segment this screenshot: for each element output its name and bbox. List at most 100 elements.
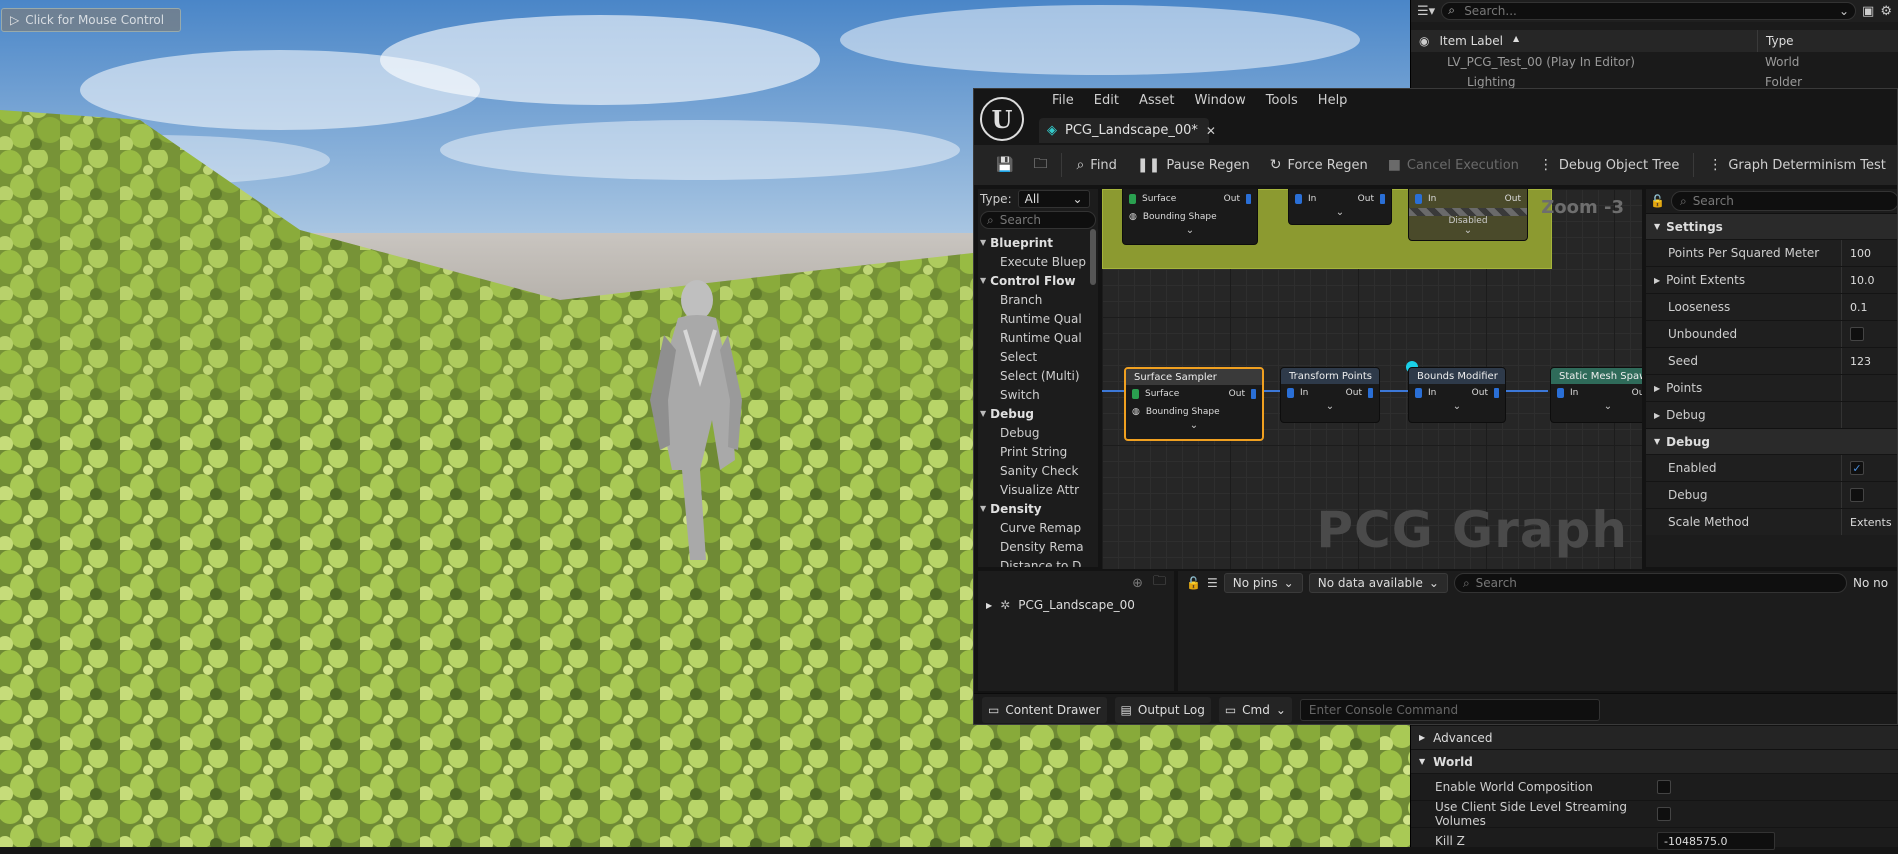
focus-icon[interactable]: ⊕ [1132,576,1143,591]
debug-object-tree-button[interactable]: ⋮ Debug Object Tree [1529,145,1689,185]
node-transform-points[interactable]: Transform Points In Out ⌄ [1280,367,1380,423]
filter-icon[interactable]: ☰ [1207,576,1218,590]
palette-item[interactable]: Switch [978,385,1098,404]
type-dropdown[interactable]: All ⌄ [1017,190,1090,208]
menu-edit[interactable]: Edit [1084,93,1129,108]
palette-item[interactable]: Print String [978,442,1098,461]
force-regen-button[interactable]: ↻ Force Regen [1260,145,1378,185]
pin-icon[interactable] [1415,388,1422,398]
cmd-dropdown[interactable]: ▭ Cmd ⌄ [1218,697,1292,723]
node-surface-sampler-top[interactable]: Surface Out ◍ Bounding Shape ⌄ [1122,189,1258,245]
palette-category-blueprint[interactable]: ▼ Blueprint [978,233,1098,252]
palette-scrollbar[interactable] [1090,229,1096,285]
section-advanced[interactable]: ▶ Advanced [1411,725,1898,749]
world-composition-checkbox[interactable] [1657,780,1671,794]
chevron-down-icon[interactable]: ⌄ [1123,226,1257,238]
content-drawer-button[interactable]: ▭ Content Drawer [982,697,1107,723]
pin-icon[interactable] [1494,388,1499,398]
chevron-down-icon[interactable]: ⌄ [1409,226,1527,238]
property-value[interactable]: 10.0 [1841,267,1897,293]
outliner-search-input[interactable]: ⌕ Search... ⌄ [1441,2,1857,20]
property-value[interactable]: 100 [1841,240,1897,266]
chevron-down-icon[interactable]: ⌄ [1126,421,1262,433]
property-value[interactable]: 123 [1841,348,1897,374]
lock-icon[interactable]: 🔓 [1650,194,1665,208]
palette-item[interactable]: Branch [978,290,1098,309]
menu-asset[interactable]: Asset [1129,93,1185,108]
menu-help[interactable]: Help [1308,93,1358,108]
node-static-mesh-spawner[interactable]: Static Mesh Spawner In Out ⌄ [1550,367,1642,423]
palette-item[interactable]: Curve Remap [978,518,1098,537]
palette-category-debug[interactable]: ▼ Debug [978,404,1098,423]
palette-item[interactable]: Select [978,347,1098,366]
menu-window[interactable]: Window [1185,93,1256,108]
chevron-down-icon[interactable]: ⌄ [1409,402,1505,414]
pin-icon[interactable] [1251,389,1256,399]
section-settings[interactable]: ▼ Settings [1646,213,1897,239]
details-search-input[interactable]: ⌕ Search [1670,191,1897,211]
tab-pcg-landscape[interactable]: ◈ PCG_Landscape_00* ✕ [1039,118,1216,143]
pin-icon[interactable] [1246,194,1251,204]
col-item-label[interactable]: Item Label [1439,34,1503,48]
chevron-down-icon[interactable]: ⌄ [1551,402,1642,414]
palette-item[interactable]: Visualize Attr [978,480,1098,499]
mouse-control-button[interactable]: ▷ Click for Mouse Control [1,8,181,32]
pin-icon[interactable] [1557,388,1564,398]
expand-arrow-icon[interactable]: ▶ [1654,276,1660,285]
property-group[interactable]: ▶ Debug [1646,401,1897,428]
section-debug[interactable]: ▼ Debug [1646,428,1897,454]
enabled-checkbox[interactable]: ✓ [1850,461,1864,475]
folder-add-icon[interactable]: ▣ [1862,4,1874,19]
pin-icon[interactable] [1287,388,1294,398]
pin-icon[interactable] [1132,389,1139,399]
node-disabled[interactable]: In Out Disabled ⌄ [1408,189,1528,241]
cancel-execution-button[interactable]: ■ Cancel Execution [1378,145,1529,185]
browse-button[interactable]: 🗀 [1023,145,1057,185]
chevron-down-icon[interactable]: ⌄ [1289,208,1391,220]
save-button[interactable]: 💾 [986,145,1023,185]
graph-canvas[interactable]: Surface Out ◍ Bounding Shape ⌄ In Out ⌄ In O… [1102,189,1642,569]
node-bounds-modifier[interactable]: Bounds Modifier In Out ⌄ [1408,367,1506,423]
pause-regen-button[interactable]: ❚❚ Pause Regen [1127,145,1260,185]
palette-item[interactable]: Runtime Qual [978,309,1098,328]
graph-determinism-button[interactable]: ⋮ Graph Determinism Test [1698,145,1896,185]
node-surface-sampler[interactable]: Surface Sampler Surface Out ◍ Bounding Sha… [1124,367,1264,441]
visibility-icon[interactable]: ◉ [1419,34,1429,48]
section-world[interactable]: ▼ World [1411,749,1898,773]
palette-item[interactable]: Execute Bluep [978,252,1098,271]
output-log-button[interactable]: ▤ Output Log [1114,697,1211,723]
palette-item[interactable]: Runtime Qual [978,328,1098,347]
chevron-down-icon[interactable]: ⌄ [1281,402,1379,414]
palette-category-control-flow[interactable]: ▼ Control Flow [978,271,1098,290]
property-value[interactable]: Extents [1841,509,1897,535]
data-dropdown[interactable]: No data available ⌄ [1308,573,1448,593]
pins-dropdown[interactable]: No pins ⌄ [1223,573,1303,593]
debug-checkbox[interactable] [1850,488,1864,502]
unbounded-checkbox[interactable] [1850,327,1864,341]
lock-icon[interactable]: 🔓 [1186,576,1201,590]
pin-icon[interactable] [1380,194,1385,204]
inspect-search-input[interactable]: ⌕ Search [1453,573,1847,593]
palette-item[interactable]: Distance to D [978,556,1098,568]
expand-arrow-icon[interactable]: ▶ [986,601,992,610]
pin-icon[interactable] [1368,388,1373,398]
close-icon[interactable]: ✕ [1206,124,1216,138]
palette-category-density[interactable]: ▼ Density [978,499,1098,518]
streaming-volumes-checkbox[interactable] [1657,807,1671,821]
gear-icon[interactable]: ⚙ [1880,4,1892,19]
menu-file[interactable]: File [1042,93,1084,108]
property-group[interactable]: ▶ Points [1646,374,1897,401]
kill-z-input[interactable]: -1048575.0 [1657,832,1775,850]
console-input[interactable]: Enter Console Command [1299,699,1600,721]
node-top-middle[interactable]: In Out ⌄ [1288,189,1392,225]
palette-search-input[interactable]: ⌕ Search [980,211,1096,229]
folder-icon[interactable]: 🗀 [1153,572,1166,594]
palette-item[interactable]: Select (Multi) [978,366,1098,385]
pin-icon[interactable] [1295,194,1302,204]
property-value[interactable]: 0.1 [1841,294,1897,320]
outliner-row[interactable]: LV_PCG_Test_00 (Play In Editor) World [1411,52,1898,72]
col-type[interactable]: Type [1766,34,1794,48]
find-button[interactable]: ⌕ Find [1066,145,1126,185]
chevron-down-icon[interactable]: ⌄ [1839,4,1849,18]
pin-icon[interactable] [1415,194,1422,204]
